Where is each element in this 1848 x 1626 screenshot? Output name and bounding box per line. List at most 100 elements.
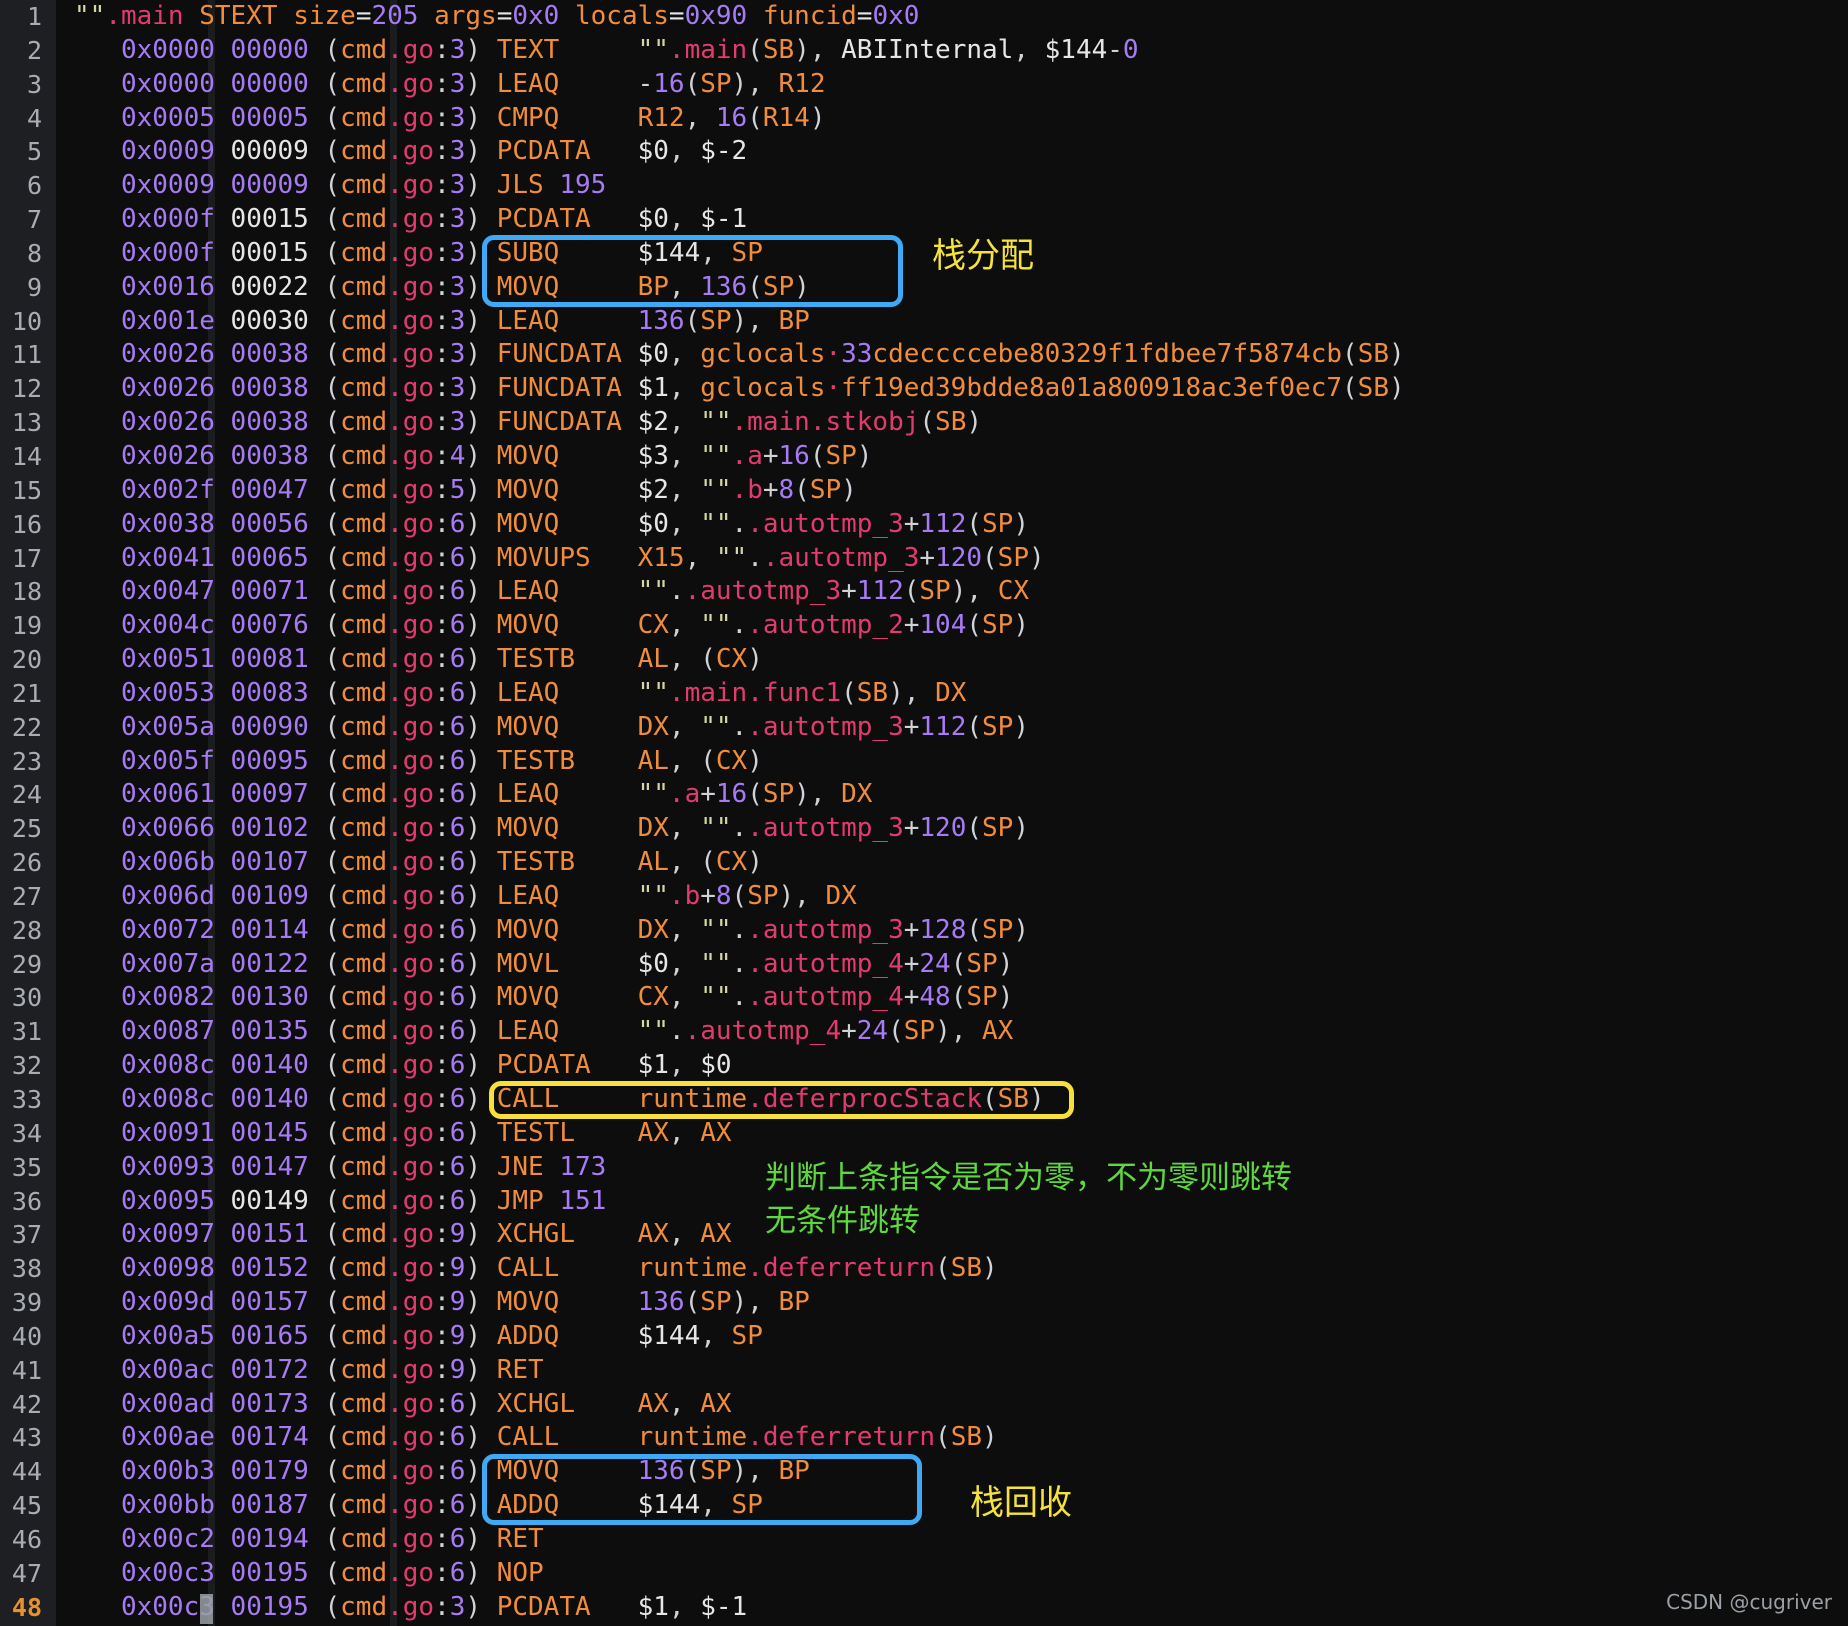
code-line[interactable]: 5 0x0009 00009 (cmd.go:3) PCDATA $0, $-2: [0, 135, 1848, 169]
code-lines: 1 "".main STEXT size=205 args=0x0 locals=…: [0, 0, 1848, 1625]
code-line[interactable]: 16 0x0038 00056 (cmd.go:6) MOVQ $0, ""..…: [0, 508, 1848, 542]
code-line[interactable]: 26 0x006b 00107 (cmd.go:6) TESTB AL, (CX…: [0, 846, 1848, 880]
code-line[interactable]: 47 0x00c3 00195 (cmd.go:6) NOP: [0, 1557, 1848, 1591]
code-line[interactable]: 13 0x0026 00038 (cmd.go:3) FUNCDATA $2, …: [0, 406, 1848, 440]
line-number: 43: [11, 1423, 42, 1453]
line-number: 2: [26, 35, 42, 65]
code-text: 0x0000 00000 (cmd.go:3) LEAQ -16(SP), R1…: [120, 68, 826, 99]
code-line[interactable]: 41 0x00ac 00172 (cmd.go:9) RET: [0, 1354, 1848, 1388]
code-text: 0x0051 00081 (cmd.go:6) TESTB AL, (CX): [120, 644, 763, 675]
code-line[interactable]: 3 0x0000 00000 (cmd.go:3) LEAQ -16(SP), …: [0, 68, 1848, 102]
line-number: 47: [11, 1558, 42, 1588]
line-number: 33: [11, 1085, 42, 1114]
line-number: 31: [11, 1017, 42, 1047]
assembly-code-viewer: 1 "".main STEXT size=205 args=0x0 locals=…: [0, 0, 1848, 1626]
code-line[interactable]: 23 0x005f 00095 (cmd.go:6) TESTB AL, (CX…: [0, 745, 1848, 779]
code-line[interactable]: 17 0x0041 00065 (cmd.go:6) MOVUPS X15, "…: [0, 542, 1848, 576]
code-line[interactable]: 4 0x0005 00005 (cmd.go:3) CMPQ R12, 16(R…: [0, 102, 1848, 136]
line-number: 23: [11, 746, 42, 776]
code-line[interactable]: 48 0x00c3 00195 (cmd.go:3) PCDATA $1, $-…: [0, 1591, 1848, 1625]
code-line[interactable]: 27 0x006d 00109 (cmd.go:6) LEAQ "".b+8(S…: [0, 880, 1848, 914]
line-number: 25: [11, 814, 42, 844]
line-number: 48: [11, 1592, 42, 1622]
code-line[interactable]: 19 0x004c 00076 (cmd.go:6) MOVQ CX, ""..…: [0, 609, 1848, 643]
line-number: 7: [26, 205, 42, 235]
code-line[interactable]: 31 0x0087 00135 (cmd.go:6) LEAQ ""..auto…: [0, 1015, 1848, 1049]
code-line[interactable]: 1 "".main STEXT size=205 args=0x0 locals=…: [0, 0, 1848, 34]
code-text: 0x0066 00102 (cmd.go:6) MOVQ DX, ""..aut…: [120, 813, 1029, 844]
code-line[interactable]: 7 0x000f 00015 (cmd.go:3) PCDATA $0, $-1: [0, 203, 1848, 237]
annotation-stack-free: 栈回收: [970, 1483, 1072, 1523]
line-number: 39: [11, 1288, 42, 1318]
code-text: 0x0009 00009 (cmd.go:3) JLS 195: [120, 170, 607, 201]
code-line[interactable]: 30 0x0082 00130 (cmd.go:6) MOVQ CX, ""..…: [0, 981, 1848, 1015]
code-line[interactable]: 28 0x0072 00114 (cmd.go:6) MOVQ DX, ""..…: [0, 914, 1848, 948]
code-line[interactable]: 10 0x001e 00030 (cmd.go:3) LEAQ 136(SP),…: [0, 305, 1848, 339]
code-line[interactable]: 45 0x00bb 00187 (cmd.go:6) ADDQ $144, SP: [0, 1489, 1848, 1523]
line-number: 26: [11, 848, 42, 878]
code-text: 0x0087 00135 (cmd.go:6) LEAQ ""..autotmp…: [120, 1016, 1014, 1047]
code-line[interactable]: 38 0x0098 00152 (cmd.go:9) CALL runtime.…: [0, 1252, 1848, 1286]
line-number: 12: [11, 374, 42, 404]
code-line[interactable]: 43 0x00ae 00174 (cmd.go:6) CALL runtime.…: [0, 1421, 1848, 1455]
line-number: 18: [11, 577, 42, 607]
code-line[interactable]: 33 0x008c 00140 (cmd.go:6) CALL runtime.…: [0, 1083, 1848, 1117]
code-line[interactable]: 39 0x009d 00157 (cmd.go:9) MOVQ 136(SP),…: [0, 1286, 1848, 1320]
annotation-jmp-note: 无条件跳转: [765, 1203, 920, 1239]
code-text: 0x005a 00090 (cmd.go:6) MOVQ DX, ""..aut…: [120, 711, 1029, 742]
code-line[interactable]: 12 0x0026 00038 (cmd.go:3) FUNCDATA $1, …: [0, 372, 1848, 406]
line-number: 4: [26, 103, 42, 133]
code-line[interactable]: 15 0x002f 00047 (cmd.go:5) MOVQ $2, "".b…: [0, 474, 1848, 508]
code-line[interactable]: 34 0x0091 00145 (cmd.go:6) TESTL AX, AX: [0, 1117, 1848, 1151]
code-line[interactable]: 6 0x0009 00009 (cmd.go:3) JLS 195: [0, 169, 1848, 203]
code-text: 0x0091 00145 (cmd.go:6) TESTL AX, AX: [120, 1117, 732, 1148]
code-line[interactable]: 46 0x00c2 00194 (cmd.go:6) RET: [0, 1523, 1848, 1557]
code-line[interactable]: 42 0x00ad 00173 (cmd.go:6) XCHGL AX, AX: [0, 1388, 1848, 1422]
code-line[interactable]: 44 0x00b3 00179 (cmd.go:6) MOVQ 136(SP),…: [0, 1455, 1848, 1489]
code-line[interactable]: 40 0x00a5 00165 (cmd.go:9) ADDQ $144, SP: [0, 1320, 1848, 1354]
code-line[interactable]: 11 0x0026 00038 (cmd.go:3) FUNCDATA $0, …: [0, 338, 1848, 372]
code-line[interactable]: 8 0x000f 00015 (cmd.go:3) SUBQ $144, SP: [0, 237, 1848, 271]
code-text: 0x002f 00047 (cmd.go:5) MOVQ $2, "".b+8(…: [120, 474, 857, 505]
line-number: 22: [11, 712, 42, 742]
code-line[interactable]: 20 0x0051 00081 (cmd.go:6) TESTB AL, (CX…: [0, 643, 1848, 677]
code-text: 0x007a 00122 (cmd.go:6) MOVL $0, ""..aut…: [120, 948, 1014, 979]
line-number: 28: [11, 915, 42, 945]
code-text: 0x0009 00009 (cmd.go:3) PCDATA $0, $-2: [120, 136, 748, 167]
code-line[interactable]: 29 0x007a 00122 (cmd.go:6) MOVL $0, ""..…: [0, 948, 1848, 982]
line-number: 16: [11, 509, 42, 539]
code-line[interactable]: 22 0x005a 00090 (cmd.go:6) MOVQ DX, ""..…: [0, 711, 1848, 745]
line-number: 46: [11, 1524, 42, 1554]
line-number: 14: [11, 441, 42, 471]
code-text: 0x0041 00065 (cmd.go:6) MOVUPS X15, ""..…: [120, 542, 1045, 573]
code-text: 0x0026 00038 (cmd.go:3) FUNCDATA $2, "".…: [120, 407, 983, 438]
code-line[interactable]: 21 0x0053 00083 (cmd.go:6) LEAQ "".main.…: [0, 677, 1848, 711]
line-number: 20: [11, 645, 42, 675]
code-text: 0x009d 00157 (cmd.go:9) MOVQ 136(SP), BP: [120, 1287, 810, 1318]
code-text: 0x004c 00076 (cmd.go:6) MOVQ CX, ""..aut…: [120, 610, 1029, 641]
code-text: 0x00c2 00194 (cmd.go:6) RET: [120, 1523, 544, 1554]
line-number: 40: [11, 1321, 42, 1351]
line-number: 29: [11, 949, 42, 979]
code-line[interactable]: 18 0x0047 00071 (cmd.go:6) LEAQ ""..auto…: [0, 575, 1848, 609]
code-line[interactable]: 24 0x0061 00097 (cmd.go:6) LEAQ "".a+16(…: [0, 778, 1848, 812]
line-number: 19: [11, 611, 42, 641]
code-line[interactable]: 37 0x0097 00151 (cmd.go:9) XCHGL AX, AX: [0, 1218, 1848, 1252]
annotation-stack-alloc: 栈分配: [932, 236, 1034, 276]
code-text: "".main STEXT size=205 args=0x0 locals=0…: [74, 1, 920, 31]
line-number: 6: [26, 171, 42, 201]
code-line[interactable]: 32 0x008c 00140 (cmd.go:6) PCDATA $1, $0: [0, 1049, 1848, 1083]
line-number: 5: [26, 137, 42, 167]
code-text: 0x0026 00038 (cmd.go:3) FUNCDATA $0, gcl…: [120, 339, 1405, 370]
line-number: 13: [11, 408, 42, 438]
line-number: 11: [11, 340, 42, 370]
code-line[interactable]: 14 0x0026 00038 (cmd.go:4) MOVQ $3, "".a…: [0, 440, 1848, 474]
code-line[interactable]: 25 0x0066 00102 (cmd.go:6) MOVQ DX, ""..…: [0, 812, 1848, 846]
code-text: 0x006b 00107 (cmd.go:6) TESTB AL, (CX): [120, 847, 763, 878]
code-text: 0x0082 00130 (cmd.go:6) MOVQ CX, ""..aut…: [120, 982, 1014, 1013]
line-number: 32: [11, 1051, 42, 1081]
code-line[interactable]: 2 0x0000 00000 (cmd.go:3) TEXT "".main(S…: [0, 34, 1848, 68]
code-text: 0x0098 00152 (cmd.go:9) CALL runtime.def…: [120, 1253, 998, 1284]
code-text: 0x0038 00056 (cmd.go:6) MOVQ $0, ""..aut…: [120, 508, 1029, 539]
code-line[interactable]: 9 0x0016 00022 (cmd.go:3) MOVQ BP, 136(S…: [0, 271, 1848, 305]
